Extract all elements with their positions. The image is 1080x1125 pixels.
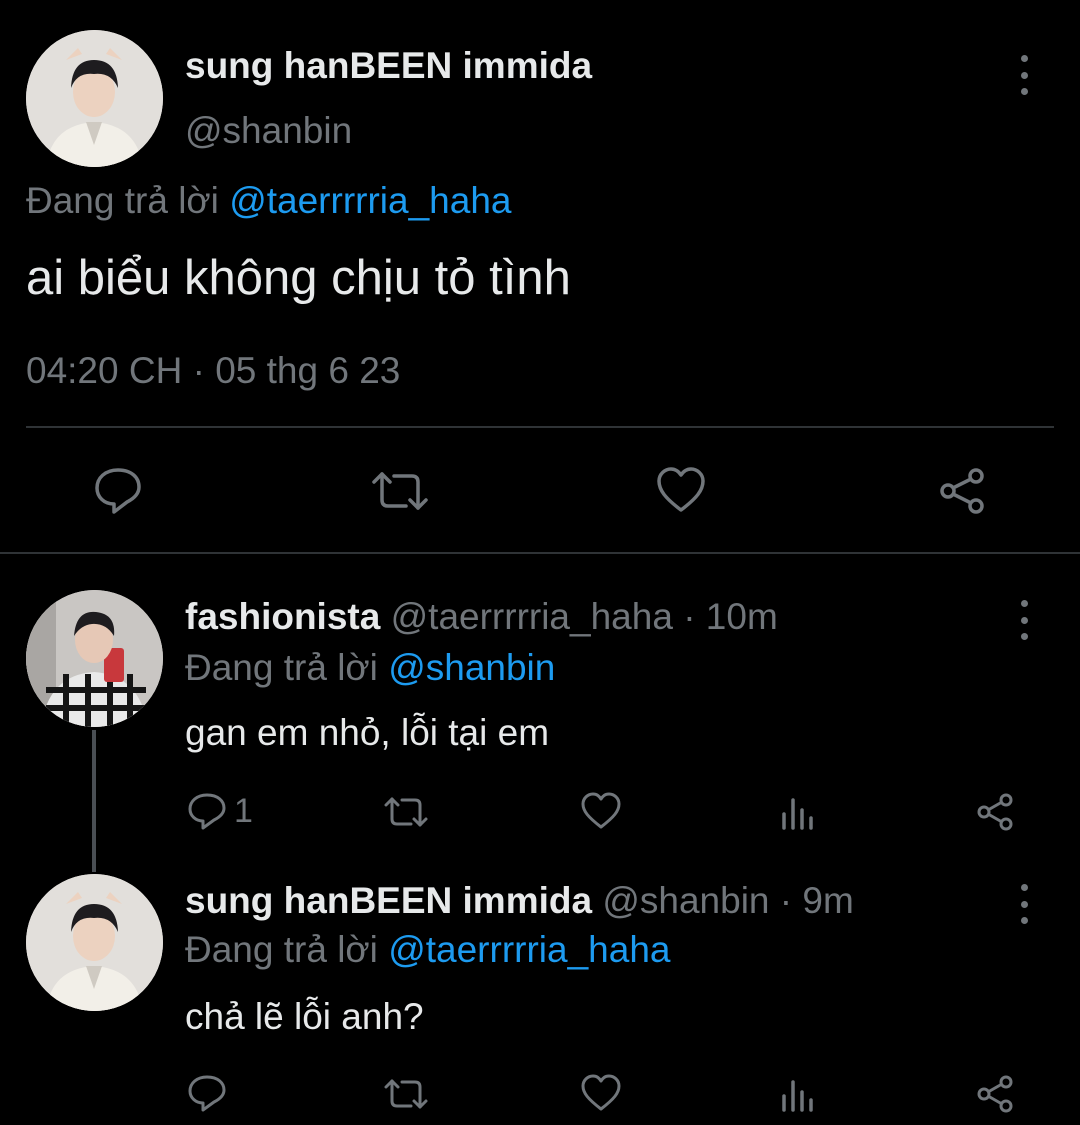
replying-to-link[interactable]: @taerrrrria_haha <box>388 929 670 970</box>
section-divider <box>0 552 1080 554</box>
reply-age[interactable]: 10m <box>706 596 778 637</box>
display-name[interactable]: sung hanBEEN immida <box>185 45 592 87</box>
display-name[interactable]: fashionista <box>185 596 380 637</box>
reply-header: fashionista @taerrrrria_haha · 10m <box>185 596 778 638</box>
more-vertical-icon[interactable] <box>1014 55 1034 95</box>
reply-icon[interactable] <box>187 792 227 830</box>
replying-to-link[interactable]: @taerrrrria_haha <box>229 180 511 221</box>
like-icon[interactable] <box>580 792 622 830</box>
share-icon[interactable] <box>975 1074 1015 1114</box>
more-vertical-icon[interactable] <box>1014 600 1034 640</box>
avatar-image <box>26 590 163 727</box>
reply-text: gan em nhỏ, lỗi tại em <box>185 712 550 753</box>
avatar[interactable] <box>26 30 163 167</box>
share-icon[interactable] <box>937 466 987 516</box>
retweet-icon[interactable] <box>383 795 429 829</box>
avatar-image <box>26 874 163 1011</box>
handle[interactable]: @shanbin <box>602 880 769 921</box>
replying-prefix: Đang trả lời <box>185 929 378 970</box>
divider <box>26 426 1054 428</box>
retweet-icon[interactable] <box>370 470 430 512</box>
replying-prefix: Đang trả lời <box>26 180 219 221</box>
tweet-time[interactable]: 04:20 CH <box>26 350 182 391</box>
handle[interactable]: @taerrrrria_haha <box>391 596 673 637</box>
handle[interactable]: @shanbin <box>185 110 352 152</box>
views-icon[interactable] <box>780 1076 816 1112</box>
retweet-icon[interactable] <box>383 1077 429 1111</box>
replying-line: Đang trả lời @taerrrrria_haha <box>185 929 670 971</box>
share-icon[interactable] <box>975 792 1015 832</box>
avatar[interactable] <box>26 590 163 727</box>
reply-text: chả lẽ lỗi anh? <box>185 996 424 1037</box>
tweet-text: ai biểu không chịu tỏ tình <box>26 251 571 305</box>
replying-line: Đang trả lời @shanbin <box>185 647 555 689</box>
reply-icon[interactable] <box>93 466 143 514</box>
timestamp-line: 04:20 CH · 05 thg 6 23 <box>26 350 400 392</box>
tweet-date[interactable]: 05 thg 6 23 <box>215 350 400 391</box>
replying-prefix: Đang trả lời <box>185 647 378 688</box>
views-icon[interactable] <box>780 794 816 830</box>
separator: · <box>683 596 696 637</box>
avatar[interactable] <box>26 874 163 1011</box>
like-icon[interactable] <box>580 1074 622 1112</box>
avatar-image <box>26 30 163 167</box>
thread-line <box>92 730 96 872</box>
like-icon[interactable] <box>655 466 707 514</box>
replying-to-link[interactable]: @shanbin <box>388 647 555 688</box>
separator: · <box>779 880 793 921</box>
reply-count: 1 <box>234 792 253 830</box>
reply-icon[interactable] <box>187 1074 227 1112</box>
more-vertical-icon[interactable] <box>1014 884 1034 924</box>
reply-age[interactable]: 9m <box>802 880 853 921</box>
separator: · <box>192 350 205 391</box>
display-name[interactable]: sung hanBEEN immida <box>185 880 592 921</box>
replying-line: Đang trả lời @taerrrrria_haha <box>26 180 511 222</box>
reply-header: sung hanBEEN immida @shanbin · 9m <box>185 880 854 922</box>
